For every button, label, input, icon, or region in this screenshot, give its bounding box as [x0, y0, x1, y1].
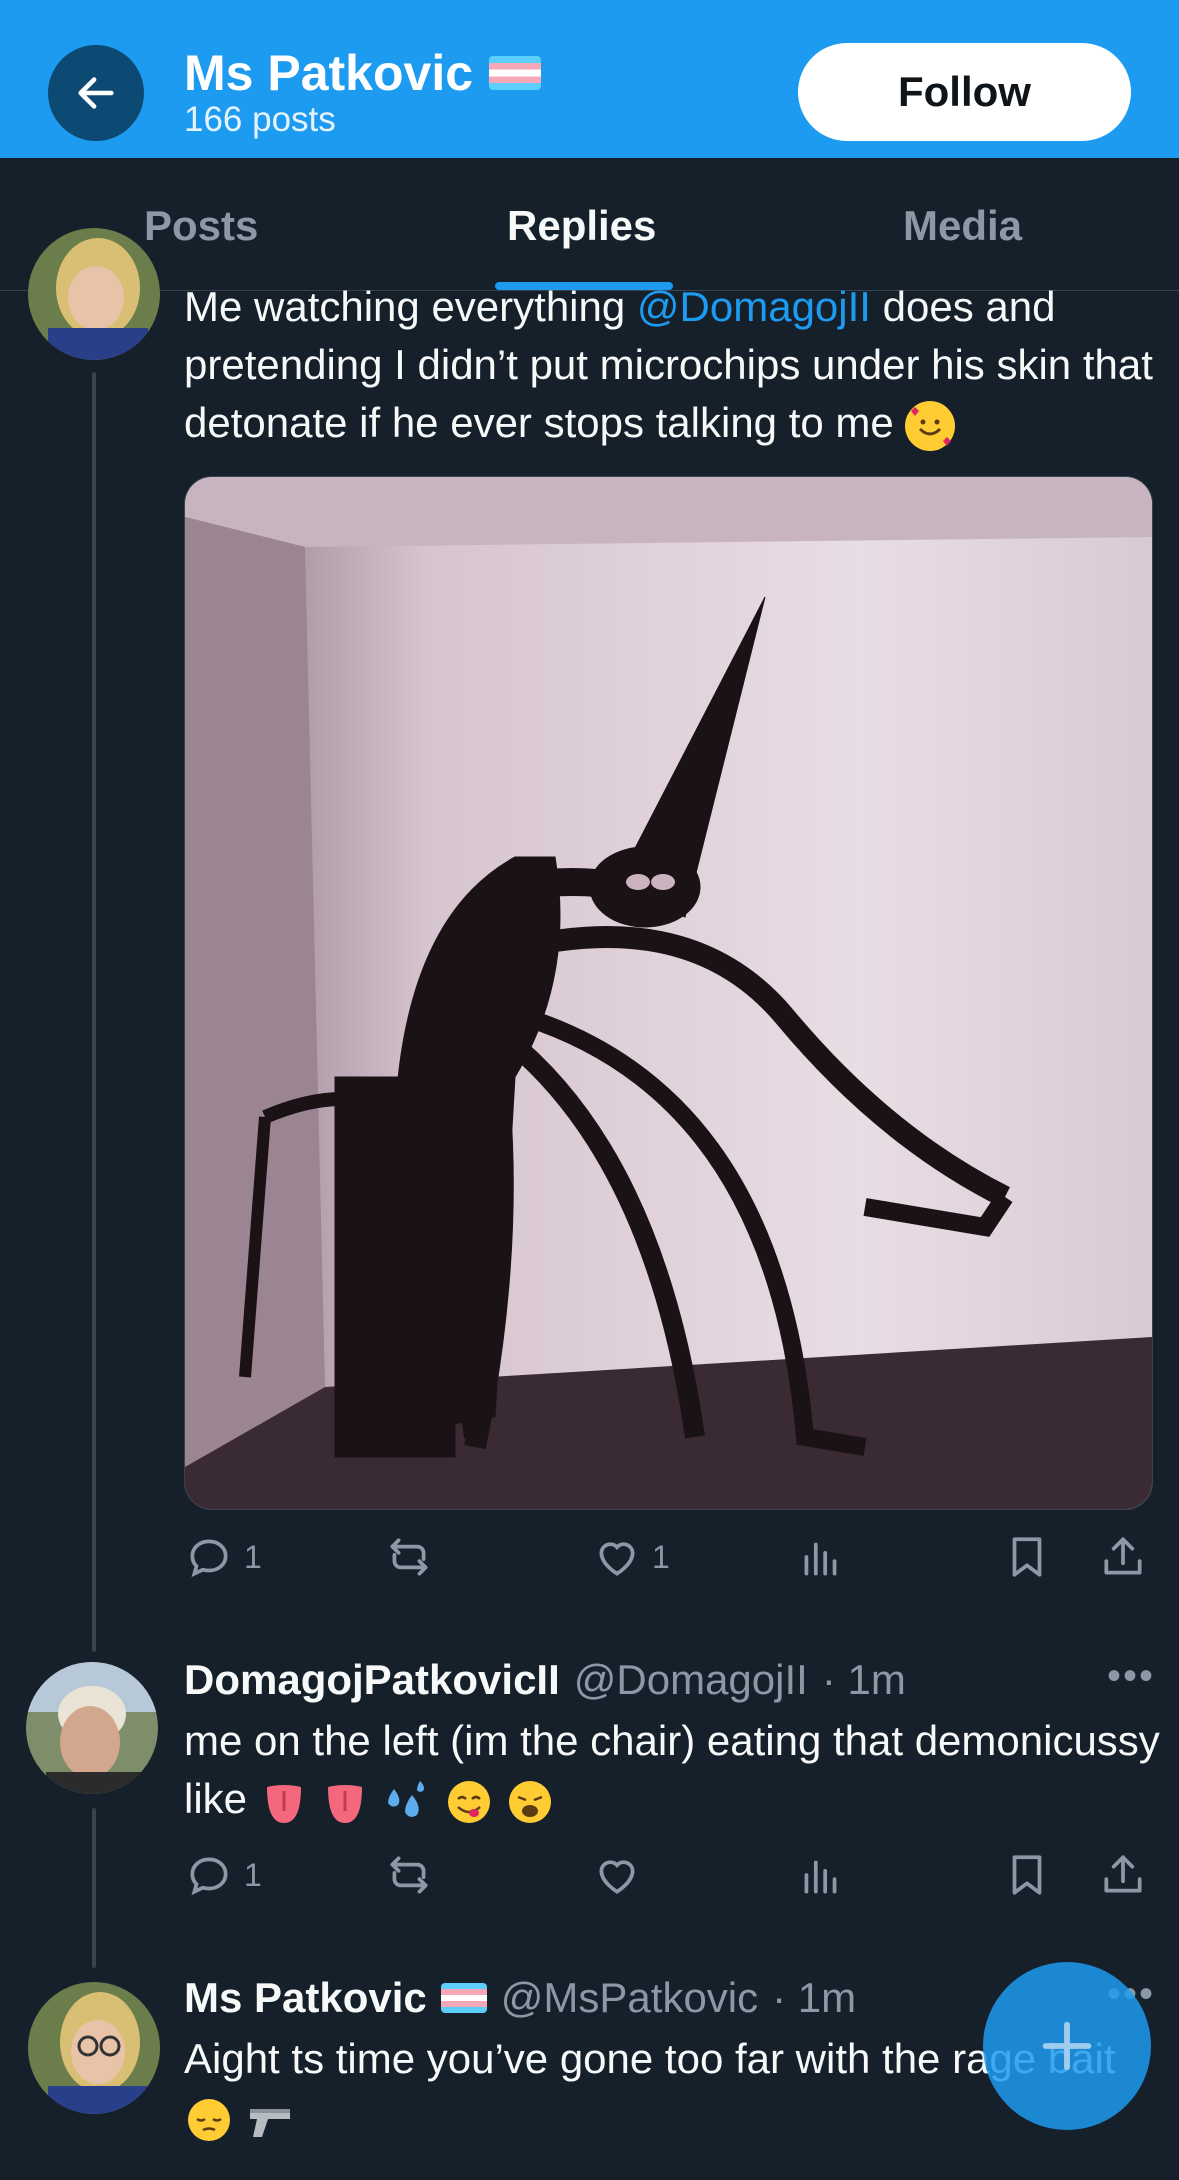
- post-image[interactable]: [184, 476, 1153, 1510]
- post-text: Me watching everything @DomagojII does a…: [184, 278, 1164, 452]
- creature-in-corner-image: [185, 477, 1152, 1509]
- repost-button[interactable]: [384, 1532, 434, 1582]
- like-button[interactable]: 1: [592, 1532, 670, 1582]
- follow-button[interactable]: Follow: [798, 43, 1131, 141]
- author-name[interactable]: DomagojPatkovicII: [184, 1656, 560, 1704]
- back-button[interactable]: [48, 45, 144, 141]
- bookmark-icon: [1012, 1537, 1042, 1577]
- bookmark-button[interactable]: [1002, 1532, 1052, 1582]
- tongue-icon: [259, 1777, 309, 1827]
- reply-icon: [190, 1539, 228, 1578]
- share-icon: [1104, 1855, 1142, 1893]
- avatar[interactable]: [28, 228, 160, 360]
- analytics-icon: [804, 1860, 837, 1894]
- like-count: 1: [652, 1538, 670, 1575]
- reply-count: 1: [244, 1856, 262, 1893]
- share-button[interactable]: [1098, 1532, 1148, 1582]
- profile-name: Ms Patkovic: [184, 44, 542, 102]
- repost-icon: [390, 1856, 428, 1894]
- sweat-droplets-icon: [382, 1777, 432, 1827]
- post-author-row: Ms Patkovic @MsPatkovic · 1m: [184, 1974, 856, 2022]
- heart-icon: [599, 1542, 635, 1576]
- post-actions: 1: [184, 1850, 1154, 1910]
- reply-button[interactable]: 1: [184, 1532, 262, 1582]
- trans-flag-icon: [440, 1983, 487, 2013]
- tab-media[interactable]: Media: [903, 202, 1022, 250]
- analytics-icon: [804, 1542, 837, 1576]
- avatar[interactable]: [28, 1982, 160, 2114]
- post-actions: 1 1: [184, 1532, 1154, 1592]
- repost-icon: [390, 1538, 428, 1576]
- tongue-icon: [320, 1777, 370, 1827]
- post-text: me on the left (im the chair) eating tha…: [184, 1712, 1164, 1828]
- mention-link[interactable]: @DomagojII: [637, 283, 871, 330]
- tab-posts[interactable]: Posts: [144, 202, 258, 250]
- plus-icon: [1042, 2021, 1092, 2071]
- face-savoring-food-icon: [444, 1777, 494, 1827]
- post-author-row: DomagojPatkovicII @DomagojII · 1m: [184, 1656, 906, 1704]
- arrow-left-icon: [78, 77, 114, 109]
- more-options-icon[interactable]: •••: [1107, 1654, 1155, 1699]
- post-time: · 1m: [821, 1656, 906, 1703]
- like-button[interactable]: [592, 1850, 642, 1900]
- views-button[interactable]: [796, 1532, 846, 1582]
- next-post-edge: [0, 2158, 1179, 2180]
- profile-header: Ms Patkovic 166 posts Follow: [0, 0, 1179, 158]
- post-time: · 1m: [772, 1974, 857, 2021]
- repost-button[interactable]: [384, 1850, 434, 1900]
- tab-replies[interactable]: Replies: [507, 202, 656, 250]
- heart-icon: [599, 1860, 635, 1894]
- reply-icon: [190, 1857, 228, 1896]
- weary-face-icon: [505, 1777, 555, 1827]
- profile-tabs: Posts Replies Media: [0, 158, 1179, 291]
- author-handle[interactable]: @MsPatkovic: [501, 1974, 758, 2022]
- posts-count: 166 posts: [184, 100, 336, 139]
- reply-button[interactable]: 1: [184, 1850, 262, 1900]
- bookmark-button[interactable]: [1002, 1850, 1052, 1900]
- author-handle[interactable]: @DomagojII: [574, 1656, 808, 1704]
- compose-button[interactable]: [983, 1962, 1151, 2130]
- author-name[interactable]: Ms Patkovic: [184, 1974, 427, 2022]
- avatar[interactable]: [26, 1662, 158, 1794]
- profile-name-text: Ms Patkovic: [184, 45, 474, 101]
- post-text-part: Aight ts time you’ve gone too far with t…: [184, 2035, 1116, 2082]
- pistol-icon: [246, 2095, 296, 2145]
- trans-flag-icon: [489, 56, 542, 90]
- smiling-face-with-hearts-icon: [905, 400, 956, 451]
- post-text-part: Me watching everything: [184, 283, 637, 330]
- share-icon: [1104, 1537, 1142, 1575]
- reply-count: 1: [244, 1538, 262, 1575]
- bookmark-icon: [1012, 1855, 1042, 1895]
- share-button[interactable]: [1098, 1850, 1148, 1900]
- pensive-face-icon: [184, 2095, 234, 2145]
- thread-line: [92, 372, 96, 1652]
- thread-line: [92, 1808, 96, 1968]
- views-button[interactable]: [796, 1850, 846, 1900]
